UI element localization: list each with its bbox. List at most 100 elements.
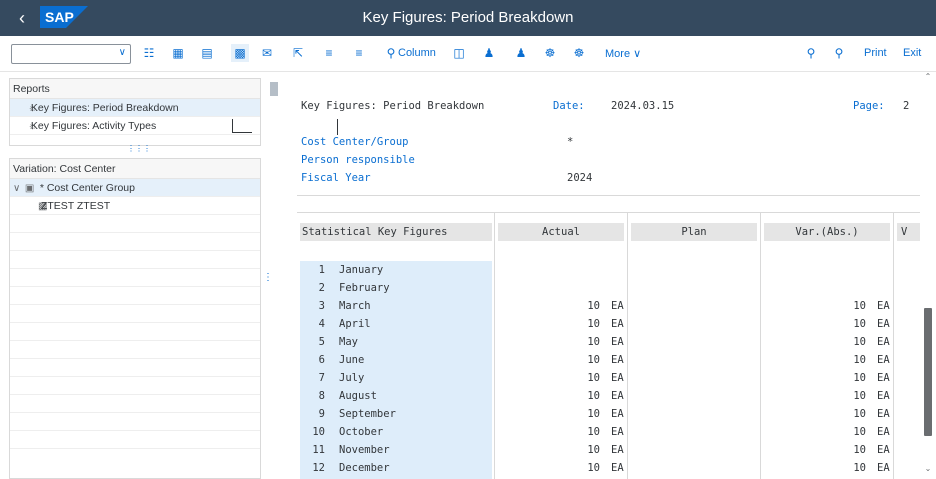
export-icon[interactable]: ◫ xyxy=(450,44,468,62)
empty-row xyxy=(10,395,260,413)
table-row[interactable]: 10 October 10 EA 10 EA xyxy=(297,423,920,441)
search-icon[interactable]: ⚲ xyxy=(802,44,820,62)
cell-month: February xyxy=(339,282,390,294)
toolbar: ∨ ☷ ▦ ▤ ▩ ✉ ⇱ ≡ ≡ ⚲ Column ◫ ♟ ♟ ☸ ☸ Mor… xyxy=(0,36,936,72)
report-icon: ☼ xyxy=(28,103,38,114)
network-icon[interactable]: ☸ xyxy=(541,44,559,62)
filter-icon[interactable]: ≡ xyxy=(350,44,368,62)
cell-var: 10 xyxy=(853,354,866,366)
cell-actual: 10 xyxy=(587,354,600,366)
exit-button[interactable]: Exit xyxy=(903,47,921,59)
field-label: Person responsible xyxy=(301,154,415,166)
cell-var-unit: EA xyxy=(877,336,890,348)
cell-num: 5 xyxy=(318,336,325,348)
users-icon[interactable]: ♟ xyxy=(480,44,498,62)
table-row[interactable]: 12 December 10 EA 10 EA xyxy=(297,459,920,477)
cell-actual: 10 xyxy=(587,444,600,456)
print-button[interactable]: Print xyxy=(864,47,887,59)
cell-var-unit: EA xyxy=(877,300,890,312)
cell-actual-unit: EA xyxy=(611,354,624,366)
cell-actual-unit: EA xyxy=(611,390,624,402)
empty-row xyxy=(10,431,260,449)
column-header[interactable]: V xyxy=(897,223,920,241)
left-panel: Reports ☼ Key Figures: Period Breakdown … xyxy=(9,78,261,479)
column-button[interactable]: Column xyxy=(398,47,436,59)
column-header[interactable]: Actual xyxy=(498,223,624,241)
network-alt-icon[interactable]: ☸ xyxy=(570,44,588,62)
cell-actual: 10 xyxy=(587,408,600,420)
cell-num: 12 xyxy=(312,462,325,474)
report-header: Key Figures: Period Breakdown Date: 2024… xyxy=(297,86,920,196)
cell-var-unit: EA xyxy=(877,426,890,438)
layout-select[interactable]: ∨ xyxy=(11,44,131,64)
date-label: Date: xyxy=(553,100,585,112)
table-row[interactable]: 11 November 10 EA 10 EA xyxy=(297,441,920,459)
cell-actual: 10 xyxy=(587,318,600,330)
cell-actual-unit: EA xyxy=(611,336,624,348)
cost-center-group-node[interactable]: ∨ ▣ * Cost Center Group xyxy=(10,179,260,197)
cell-var: 10 xyxy=(853,318,866,330)
cursor-icon[interactable]: ⇱ xyxy=(289,44,307,62)
scroll-up-icon[interactable]: ⌃ xyxy=(924,72,932,81)
cell-var-unit: EA xyxy=(877,462,890,474)
field-label: Fiscal Year xyxy=(301,172,371,184)
cell-actual-unit: EA xyxy=(611,318,624,330)
cell-actual-unit: EA xyxy=(611,462,624,474)
cell-actual-unit: EA xyxy=(611,300,624,312)
empty-row xyxy=(10,323,260,341)
cell-actual: 10 xyxy=(587,462,600,474)
users-add-icon[interactable]: ♟ xyxy=(512,44,530,62)
table-row[interactable]: 3 March 10 EA 10 EA xyxy=(297,297,920,315)
variation-panel: Variation: Cost Center ∨ ▣ * Cost Center… xyxy=(9,158,261,479)
variation-header: Variation: Cost Center xyxy=(10,159,260,179)
cell-num: 6 xyxy=(318,354,325,366)
table-row[interactable]: 4 April 10 EA 10 EA xyxy=(297,315,920,333)
align-icon[interactable]: ≡ xyxy=(320,44,338,62)
report-title: Key Figures: Period Breakdown xyxy=(301,100,485,112)
cell-num: 4 xyxy=(318,318,325,330)
cell-month: October xyxy=(339,426,384,438)
cell-actual-unit: EA xyxy=(611,408,624,420)
table-row[interactable]: 7 July 10 EA 10 EA xyxy=(297,369,920,387)
calculator-icon[interactable]: ▦ xyxy=(169,44,187,62)
table-row[interactable]: 1 January xyxy=(297,261,920,279)
mail-icon[interactable]: ✉ xyxy=(258,44,276,62)
cell-month: January xyxy=(339,264,384,276)
currency-icon[interactable]: ▤ xyxy=(198,44,216,62)
scrollbar-thumb[interactable] xyxy=(924,308,932,436)
report-item-activity-types[interactable]: ☼ Key Figures: Activity Types xyxy=(10,117,260,135)
scroll-down-icon[interactable]: ⌄ xyxy=(924,464,932,473)
cell-var: 10 xyxy=(853,444,866,456)
cell-var-unit: EA xyxy=(877,444,890,456)
table-row[interactable]: 9 September 10 EA 10 EA xyxy=(297,405,920,423)
cell-num: 3 xyxy=(318,300,325,312)
column-header[interactable]: Var.(Abs.) xyxy=(764,223,890,241)
cost-center-node[interactable]: ▩ ZTEST ZTEST xyxy=(10,197,260,215)
empty-row xyxy=(10,359,260,377)
cell-num: 1 xyxy=(318,264,325,276)
horizontal-splitter[interactable]: ⋮⋮⋮ xyxy=(127,145,151,153)
column-header[interactable]: Statistical Key Figures xyxy=(300,223,492,241)
hierarchy-icon[interactable]: ☷ xyxy=(140,44,158,62)
layout-icon[interactable]: ▩ xyxy=(231,44,249,62)
cell-month: December xyxy=(339,462,390,474)
cell-num: 11 xyxy=(312,444,325,456)
field-value: * xyxy=(567,136,574,148)
more-button[interactable]: More ∨ xyxy=(605,47,641,60)
report-item-period-breakdown[interactable]: ☼ Key Figures: Period Breakdown xyxy=(10,99,260,117)
cost-center-icon: ▩ xyxy=(38,201,48,212)
chevron-down-icon: ∨ xyxy=(118,47,126,58)
table-row[interactable]: 5 May 10 EA 10 EA xyxy=(297,333,920,351)
table-row[interactable]: 6 June 10 EA 10 EA xyxy=(297,351,920,369)
empty-row xyxy=(10,233,260,251)
cell-num: 10 xyxy=(312,426,325,438)
reports-header: Reports xyxy=(10,79,260,99)
search-next-icon[interactable]: ⚲ xyxy=(830,44,848,62)
cell-actual: 10 xyxy=(587,300,600,312)
cell-var: 10 xyxy=(853,300,866,312)
column-header[interactable]: Plan xyxy=(631,223,757,241)
table-row[interactable]: 2 February xyxy=(297,279,920,297)
table-row[interactable]: 8 August 10 EA 10 EA xyxy=(297,387,920,405)
vertical-scrollbar[interactable]: ⌃ ⌄ xyxy=(920,72,936,479)
cell-var-unit: EA xyxy=(877,354,890,366)
